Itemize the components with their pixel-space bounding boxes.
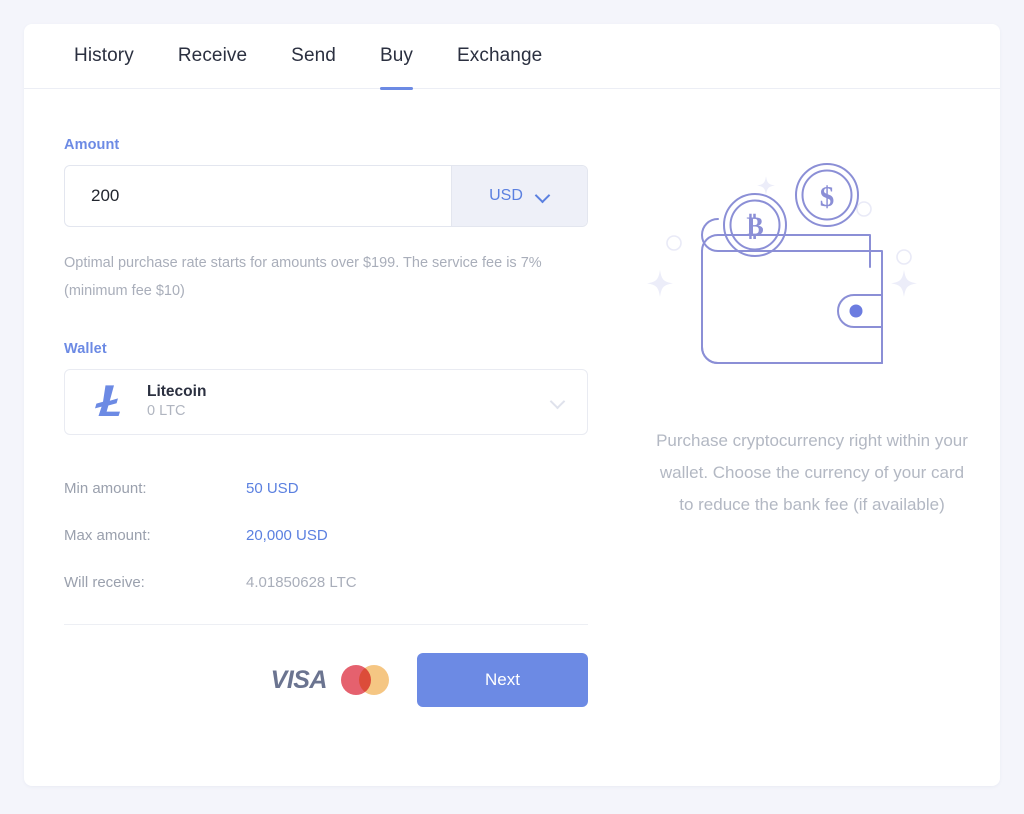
summary-row-min-amount: Min amount: 50 USD [64,465,624,512]
tab-label: Exchange [457,45,542,67]
visa-icon: VISA [271,666,327,695]
tab-receive[interactable]: Receive [156,24,269,89]
summary-list: Min amount: 50 USD Max amount: 20,000 US… [64,465,624,606]
wallet-label: Wallet [64,341,624,357]
buy-form: Amount USD Optimal purchase rate starts … [24,89,624,786]
tab-buy[interactable]: Buy [358,24,435,89]
wallet-block: Wallet Litecoin 0 LTC [64,341,624,435]
summary-row-max-amount: Max amount: 20,000 USD [64,512,624,559]
mastercard-icon [341,665,389,695]
wallet-coin-balance: 0 LTC [147,401,551,422]
currency-dropdown[interactable]: USD [451,166,587,226]
summary-row-will-receive: Will receive: 4.01850628 LTC [64,559,624,606]
svg-text:$: $ [820,181,835,213]
amount-field-group: USD [64,165,588,227]
wallet-illustration: ₿ $ [642,147,982,377]
footer-divider [64,624,588,625]
tab-label: Send [291,45,336,67]
tab-send[interactable]: Send [269,24,358,89]
amount-input[interactable] [65,166,451,226]
buy-crypto-card: History Receive Send Buy Exchange Amount… [24,24,1000,786]
litecoin-icon [91,383,125,421]
summary-value: 20,000 USD [246,527,328,544]
tab-bar: History Receive Send Buy Exchange [24,24,1000,89]
tab-history[interactable]: History [52,24,156,89]
amount-label: Amount [64,137,624,153]
summary-key: Min amount: [64,480,246,497]
wallet-dropdown[interactable]: Litecoin 0 LTC [64,369,588,435]
promo-pane: ₿ $ Purchase cryptocurrency right within… [624,89,1000,786]
summary-key: Will receive: [64,574,246,591]
summary-value: 4.01850628 LTC [246,574,357,591]
wallet-info: Litecoin 0 LTC [147,382,551,422]
next-button[interactable]: Next [417,653,588,707]
form-footer: VISA Next [64,653,588,707]
svg-text:₿: ₿ [746,212,763,241]
tab-label: Receive [178,45,247,67]
wallet-coin-name: Litecoin [147,382,551,401]
tab-label: Buy [380,45,413,67]
card-body: Amount USD Optimal purchase rate starts … [24,89,1000,786]
currency-dropdown-value: USD [489,187,523,205]
chevron-down-icon [536,189,550,203]
chevron-down-icon [551,395,565,409]
tab-label: History [74,45,134,67]
promo-description: Purchase cryptocurrency right within you… [652,425,972,521]
summary-value: 50 USD [246,480,299,497]
tab-exchange[interactable]: Exchange [435,24,564,89]
amount-helper-text: Optimal purchase rate starts for amounts… [64,249,594,305]
payment-methods: VISA [271,665,389,695]
summary-key: Max amount: [64,527,246,544]
